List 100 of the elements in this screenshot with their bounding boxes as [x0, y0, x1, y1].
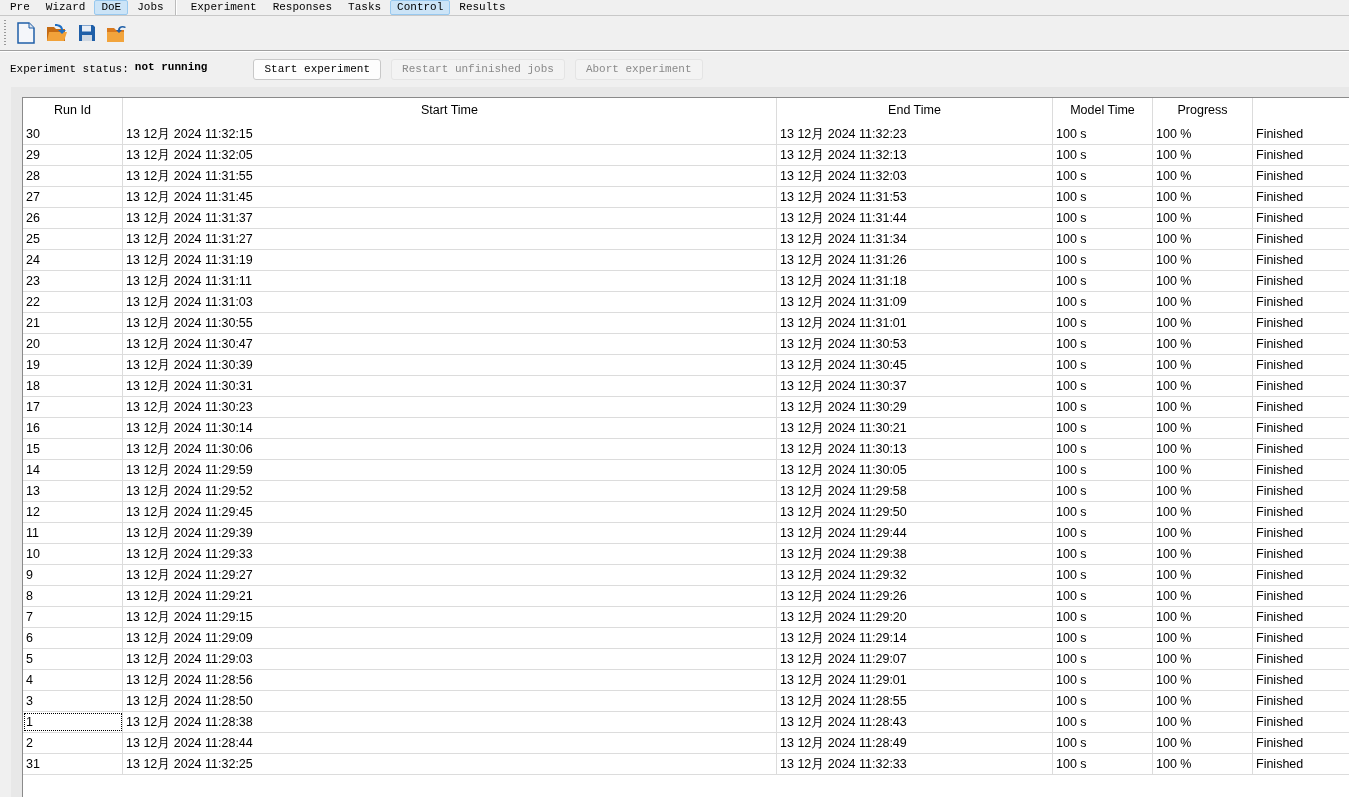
menu-tab[interactable]: Control — [390, 0, 451, 15]
table-cell: 100 s — [1053, 439, 1153, 459]
table-cell: 13 12月 2024 11:31:11 — [123, 271, 777, 291]
table-cell: 100 s — [1053, 586, 1153, 606]
table-cell: 13 12月 2024 11:28:44 — [123, 733, 777, 753]
table-cell: Finished — [1253, 208, 1349, 228]
table-cell: 13 12月 2024 11:30:29 — [777, 397, 1053, 417]
table-cell: 100 s — [1053, 334, 1153, 354]
table-cell: Finished — [1253, 565, 1349, 585]
table-cell: 13 12月 2024 11:32:05 — [123, 145, 777, 165]
menu-tab[interactable]: Responses — [265, 0, 340, 15]
table-cell: 100 % — [1153, 229, 1253, 249]
table-cell: 13 12月 2024 11:30:21 — [777, 418, 1053, 438]
table-cell: 100 s — [1053, 187, 1153, 207]
table-cell: Finished — [1253, 124, 1349, 144]
table-cell: 13 12月 2024 11:28:38 — [123, 712, 777, 732]
table-cell: 100 % — [1153, 418, 1253, 438]
table-cell: Finished — [1253, 187, 1349, 207]
table-cell: 13 12月 2024 11:29:15 — [123, 607, 777, 627]
table-cell: 4 — [23, 670, 123, 690]
table-cell: 18 — [23, 376, 123, 396]
table-cell: 100 % — [1153, 397, 1253, 417]
table-cell: 13 12月 2024 11:32:15 — [123, 124, 777, 144]
table-cell: Finished — [1253, 376, 1349, 396]
menu-tab[interactable]: Results — [452, 0, 513, 15]
table-cell: 13 12月 2024 11:31:55 — [123, 166, 777, 186]
table-cell: 100 % — [1153, 544, 1253, 564]
menu-tab[interactable]: Jobs — [130, 0, 171, 15]
table-cell: Finished — [1253, 481, 1349, 501]
table-cell: 13 12月 2024 11:29:20 — [777, 607, 1053, 627]
table-cell: Finished — [1253, 271, 1349, 291]
table-cell: Finished — [1253, 355, 1349, 375]
table-cell: 100 % — [1153, 166, 1253, 186]
table-cell: 100 s — [1053, 418, 1153, 438]
table-cell: Finished — [1253, 544, 1349, 564]
table-cell: Finished — [1253, 229, 1349, 249]
table-cell: 100 % — [1153, 565, 1253, 585]
table-cell: Finished — [1253, 145, 1349, 165]
table-cell: 13 12月 2024 11:29:39 — [123, 523, 777, 543]
table-cell: 13 12月 2024 11:30:05 — [777, 460, 1053, 480]
menu-tab[interactable]: Tasks — [341, 0, 389, 15]
table-cell: 100 % — [1153, 355, 1253, 375]
new-document-icon[interactable] — [16, 22, 36, 44]
table-cell: 13 12月 2024 11:29:59 — [123, 460, 777, 480]
table-cell: 100 s — [1053, 691, 1153, 711]
table-cell: 100 % — [1153, 292, 1253, 312]
column-header[interactable]: Progress — [1153, 98, 1253, 124]
menu-tab[interactable]: Wizard — [38, 0, 93, 15]
table-cell: 27 — [23, 187, 123, 207]
column-header[interactable]: Model Time — [1053, 98, 1153, 124]
column-header[interactable]: End Time — [777, 98, 1053, 124]
table-cell: 100 s — [1053, 229, 1153, 249]
menu-tab[interactable]: Experiment — [183, 0, 264, 15]
table-cell: 13 12月 2024 11:31:18 — [777, 271, 1053, 291]
table-cell: 30 — [23, 124, 123, 144]
table-cell: 100 s — [1053, 481, 1153, 501]
table-cell: Finished — [1253, 292, 1349, 312]
table-cell: 100 s — [1053, 271, 1153, 291]
column-header[interactable]: Run Id — [23, 98, 123, 124]
table-cell: 22 — [23, 292, 123, 312]
table-cell: 16 — [23, 418, 123, 438]
column-header[interactable]: Start Time — [123, 98, 777, 124]
table-cell: 100 s — [1053, 628, 1153, 648]
table-cell: Finished — [1253, 250, 1349, 270]
table-cell: 100 s — [1053, 523, 1153, 543]
table-cell: 13 12月 2024 11:30:53 — [777, 334, 1053, 354]
folder-undo-icon[interactable] — [106, 23, 128, 43]
table-cell: 2 — [23, 733, 123, 753]
table-cell: 13 12月 2024 11:31:27 — [123, 229, 777, 249]
table-cell: 13 12月 2024 11:29:45 — [123, 502, 777, 522]
table-cell: 13 12月 2024 11:32:13 — [777, 145, 1053, 165]
action-button[interactable]: Start experiment — [253, 58, 382, 80]
table-cell: 100 % — [1153, 754, 1253, 774]
table-cell: 11 — [23, 523, 123, 543]
open-folder-icon[interactable] — [46, 23, 68, 43]
table-cell: 24 — [23, 250, 123, 270]
table-cell: 13 12月 2024 11:31:53 — [777, 187, 1053, 207]
table-cell: 17 — [23, 397, 123, 417]
table-cell: 9 — [23, 565, 123, 585]
table-cell: 13 12月 2024 11:31:34 — [777, 229, 1053, 249]
table-cell: 26 — [23, 208, 123, 228]
menu-tab[interactable]: DoE — [94, 0, 129, 15]
table-cell: 100 % — [1153, 313, 1253, 333]
menu-tab[interactable]: Pre — [3, 0, 37, 15]
table-cell: Finished — [1253, 712, 1349, 732]
table-cell: 13 12月 2024 11:29:38 — [777, 544, 1053, 564]
table-cell: 21 — [23, 313, 123, 333]
table-cell: Finished — [1253, 670, 1349, 690]
table-cell: 100 % — [1153, 670, 1253, 690]
table-cell: 13 12月 2024 11:31:01 — [777, 313, 1053, 333]
save-icon[interactable] — [78, 24, 96, 42]
table-cell: 1 — [23, 712, 123, 732]
table-cell: 100 % — [1153, 439, 1253, 459]
table-cell: Finished — [1253, 439, 1349, 459]
table-cell: 100 % — [1153, 733, 1253, 753]
table-cell: 100 % — [1153, 376, 1253, 396]
table-cell: 100 % — [1153, 628, 1253, 648]
table-cell: 6 — [23, 628, 123, 648]
table-cell: 13 12月 2024 11:29:50 — [777, 502, 1053, 522]
table-cell: 100 % — [1153, 523, 1253, 543]
